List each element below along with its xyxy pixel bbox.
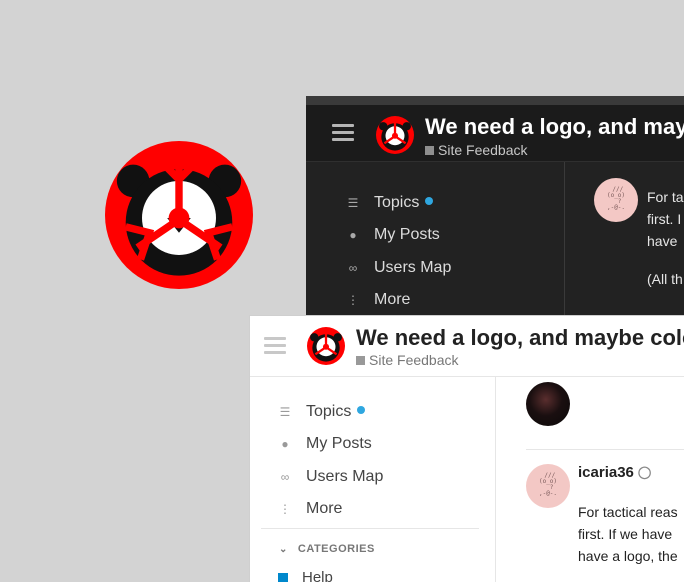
vertical-ellipsis-icon: ⋮ (279, 502, 291, 516)
post-body-paragraph: (All th (647, 271, 683, 287)
category-color-swatch (425, 146, 434, 155)
user-icon: ● (281, 437, 289, 451)
topic-title[interactable]: We need a logo, and may (425, 114, 684, 140)
sidebar: ☰ Topics ● My Posts ∞ Users Map ⋮ More (347, 194, 452, 308)
post-body: For ta first. I have (647, 189, 684, 249)
dark-theme-window: We need a logo, and may Site Feedback ☰ … (306, 96, 684, 336)
layers-icon: ☰ (279, 405, 291, 419)
hamburger-menu-icon[interactable] (332, 124, 354, 142)
shield-icon: ◯ (637, 465, 652, 479)
light-theme-window: We need a logo, and maybe colo Site Feed… (250, 316, 684, 582)
avatar-art: /// (o_o) ? ,-@-. (606, 186, 626, 211)
avatar[interactable]: /// (o_o) ? ,-@-. (594, 178, 638, 222)
header: We need a logo, and maybe colo Site Feed… (250, 316, 684, 377)
category-breadcrumb[interactable]: Site Feedback (425, 142, 528, 158)
avatar[interactable]: /// (o_o) ? ,-@-. (526, 464, 570, 508)
topic-title[interactable]: We need a logo, and maybe colo (356, 325, 684, 351)
category-color-swatch (278, 573, 288, 582)
categories-section-toggle[interactable]: ⌄ CATEGORIES (279, 543, 375, 555)
category-color-swatch (356, 356, 365, 365)
sidebar-section-divider (261, 528, 479, 529)
window-top-strip (306, 96, 684, 105)
post-author[interactable]: icaria36 ◯ (578, 464, 651, 481)
unread-indicator-dot (425, 197, 434, 205)
avatar[interactable] (526, 382, 570, 426)
vertical-ellipsis-icon: ⋮ (347, 293, 359, 307)
header: We need a logo, and may Site Feedback (306, 105, 684, 162)
site-logo-large (105, 141, 253, 289)
link-icon: ∞ (280, 470, 290, 484)
sidebar-divider (564, 162, 565, 336)
post-body: For tactical reas first. If we have have… (578, 504, 678, 564)
hamburger-menu-icon[interactable] (264, 337, 286, 355)
category-breadcrumb[interactable]: Site Feedback (356, 352, 459, 368)
avatar-art: /// (o_o) ? ,-@-. (538, 472, 558, 497)
site-logo[interactable] (376, 116, 414, 154)
link-icon: ∞ (348, 261, 358, 275)
unread-indicator-dot (357, 406, 366, 414)
site-logo[interactable] (307, 327, 345, 365)
layers-icon: ☰ (347, 196, 359, 210)
chevron-down-icon: ⌄ (279, 544, 288, 555)
sidebar-category-help[interactable]: Help (278, 569, 333, 582)
user-icon: ● (349, 228, 357, 242)
post-divider (526, 449, 684, 450)
sidebar-divider (495, 377, 496, 582)
